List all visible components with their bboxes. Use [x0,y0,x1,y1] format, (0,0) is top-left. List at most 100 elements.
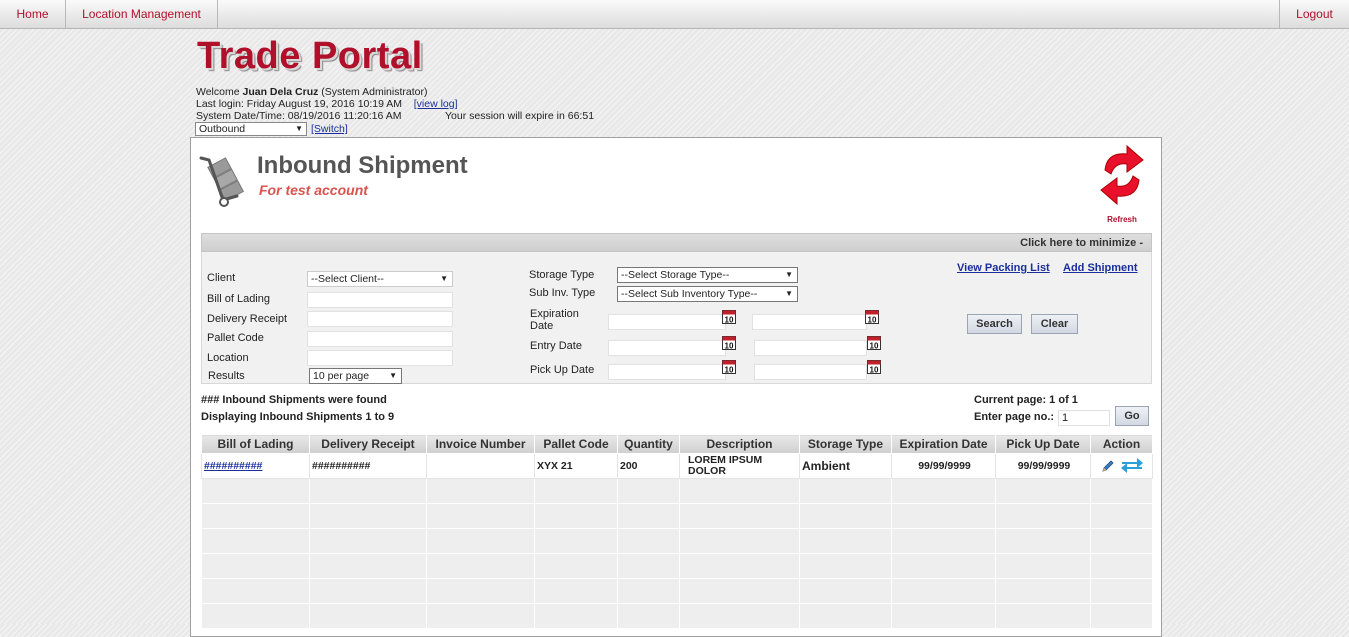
pickup-from-input[interactable] [608,364,726,380]
mode-select[interactable]: Outbound ▼ [195,122,307,136]
pallet-label: Pallet Code [207,332,264,344]
col-header[interactable]: Expiration Date [891,434,996,454]
col-header[interactable]: Pallet Code [534,434,618,454]
pickup-date-label: Pick Up Date [530,364,595,376]
calendar-day: 10 [870,342,879,351]
expiration-from-input[interactable] [608,314,726,330]
calendar-icon[interactable]: 10 [867,359,881,374]
col-header[interactable]: Pick Up Date [995,434,1091,454]
results-label: Results [208,370,245,382]
clear-button[interactable]: Clear [1031,314,1078,334]
switch-link[interactable]: [Switch] [311,123,348,135]
cell-bol: ########## [201,453,310,479]
subinv-type-value: --Select Sub Inventory Type-- [621,288,758,300]
chevron-down-icon: ▼ [389,371,397,380]
client-select[interactable]: --Select Client-- ▼ [307,271,453,287]
storage-type-select[interactable]: --Select Storage Type-- ▼ [617,267,798,283]
dr-label: Delivery Receipt [207,313,288,325]
go-button[interactable]: Go [1115,406,1149,426]
refresh-label: Refresh [1107,215,1137,224]
calendar-day: 10 [868,316,877,325]
nav-logout[interactable]: Logout [1279,0,1349,29]
entry-from-input[interactable] [608,340,726,356]
table-row [201,603,1153,629]
refresh-button[interactable]: Refresh [1097,140,1147,224]
main-panel: Inbound Shipment For test account Refres… [190,137,1162,637]
cell-action [1090,453,1153,479]
pickup-to-input[interactable] [754,364,867,380]
subinv-type-label: Sub Inv. Type [529,287,596,299]
chevron-down-icon: ▼ [785,270,793,279]
chevron-down-icon: ▼ [785,289,793,298]
minimize-bar[interactable]: Click here to minimize - [201,233,1152,252]
filter-panel: Client --Select Client-- ▼ Bill of Ladin… [201,252,1152,384]
view-packing-list-link[interactable]: View Packing List [957,262,1050,274]
entry-to-input[interactable] [754,340,867,356]
cell-invoice [426,453,535,479]
cell-quantity: 200 [617,453,680,479]
page-number-input[interactable]: 1 [1058,410,1110,426]
col-header[interactable]: Description [679,434,800,454]
results-select[interactable]: 10 per page ▼ [309,368,402,384]
nav-home[interactable]: Home [0,0,66,29]
enter-page-label: Enter page no.: [974,411,1055,423]
description-line2: DOLOR [688,465,726,477]
bol-input[interactable] [307,292,453,308]
session-expiry: Your session will expire in 66:51 [445,110,595,122]
page-title: Inbound Shipment [257,152,468,179]
transfer-arrows-icon[interactable] [1120,458,1144,474]
col-header: Action [1090,434,1153,454]
calendar-icon[interactable]: 10 [867,335,881,350]
location-input[interactable] [307,350,453,366]
calendar-day: 10 [870,366,879,375]
table-row [201,578,1153,604]
top-nav: Home Location Management Logout [0,0,1349,29]
calendar-icon[interactable]: 10 [722,309,736,324]
user-role: (System Administrator) [321,86,428,98]
col-header[interactable]: Bill of Lading [201,434,310,454]
chevron-down-icon: ▼ [440,274,448,283]
search-button[interactable]: Search [967,314,1022,334]
calendar-icon[interactable]: 10 [865,309,879,324]
hand-truck-icon [199,156,245,207]
expiration-label-line2: Date [530,320,554,332]
pallet-input[interactable] [307,331,453,347]
chevron-down-icon: ▼ [295,124,303,133]
table-row [201,503,1153,529]
bol-label: Bill of Lading [207,293,270,305]
welcome-prefix: Welcome [196,86,240,98]
calendar-icon[interactable]: 10 [722,359,736,374]
col-header[interactable]: Quantity [617,434,680,454]
client-label: Client [207,272,236,284]
calendar-icon[interactable]: 10 [722,335,736,350]
results-found: ### Inbound Shipments were found [201,394,387,406]
calendar-day: 10 [725,342,734,351]
current-page: Current page: 1 of 1 [974,394,1078,406]
col-header[interactable]: Storage Type [799,434,892,454]
expiration-date-label: Expiration Date [530,308,579,332]
col-header[interactable]: Delivery Receipt [309,434,427,454]
page-subtitle: For test account [259,182,368,198]
cell-storage: Ambient [799,453,892,479]
col-header[interactable]: Invoice Number [426,434,535,454]
nav-location-management[interactable]: Location Management [66,0,218,29]
user-info: Welcome Juan Dela Cruz (System Administr… [196,86,458,122]
table-row: ########## ########## XYX 21 200 LOREM I… [201,453,1153,479]
subinv-type-select[interactable]: --Select Sub Inventory Type-- ▼ [617,286,798,302]
table-header-row: Bill of Lading Delivery Receipt Invoice … [201,434,1153,454]
dr-input[interactable] [307,311,453,327]
user-name: Juan Dela Cruz [242,86,319,98]
brand-logo: Trade Portal [197,35,423,77]
last-login: Last login: Friday August 19, 2016 10:19… [196,98,403,110]
refresh-icon [1100,144,1144,206]
cell-expiration: 99/99/9999 [891,453,996,479]
minimize-link[interactable]: Click here to minimize - [1020,237,1143,249]
bol-link[interactable]: ########## [204,460,262,472]
pencil-icon[interactable] [1101,459,1115,473]
cell-dr: ########## [309,453,427,479]
entry-date-label: Entry Date [530,340,582,352]
view-log-link[interactable]: [view log] [414,98,458,110]
add-shipment-link[interactable]: Add Shipment [1063,262,1138,274]
cell-pickup: 99/99/9999 [995,453,1091,479]
expiration-to-input[interactable] [752,314,867,330]
